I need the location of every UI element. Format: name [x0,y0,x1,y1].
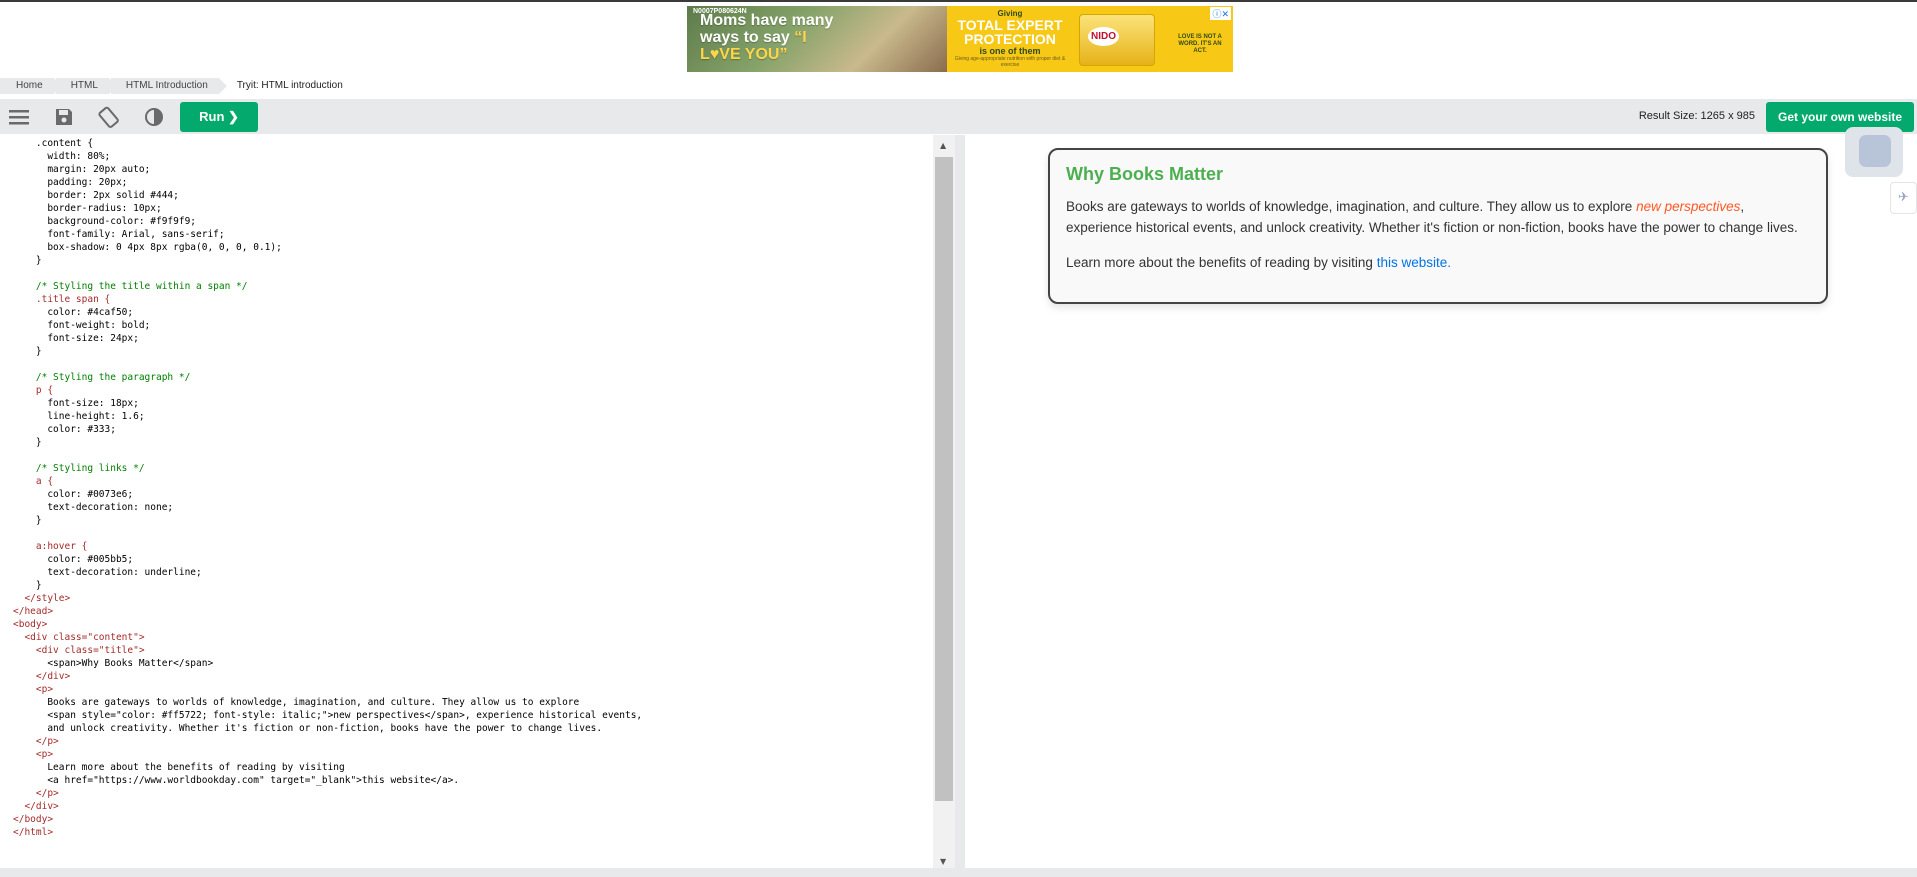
dark-mode-toggle-icon[interactable] [143,106,165,128]
breadcrumb: Home HTML HTML Introduction Tryit: HTML … [0,78,356,94]
code-scrollbar[interactable]: ▲ ▼ [933,135,955,868]
top-border [0,0,1917,2]
advertisement-banner[interactable]: Moms have many ways to say “I L♥VE YOU” … [687,6,1233,72]
ad-photo: Moms have many ways to say “I L♥VE YOU” … [687,6,947,72]
breadcrumb-current: Tryit: HTML introduction [236,80,343,91]
this-website-link[interactable]: this website. [1377,255,1451,270]
ad-code: N0007P080624N [693,8,747,15]
new-perspectives-span: new perspectives [1636,199,1741,214]
widget-icon [1859,135,1891,167]
ad-slogan: LOVE IS NOT A WORD. IT'S AN ACT. [1178,34,1222,54]
result-title: Why Books Matter [1066,164,1224,184]
ad-one-of-them: is one of them [979,46,1041,56]
bottom-strip [0,868,1917,877]
ad-protection: TOTAL EXPERT PROTECTION [957,17,1063,47]
product-can-image: NIDO [1079,14,1155,66]
rotate-orientation-icon[interactable] [98,106,120,128]
ad-fine-print: Giving age-appropriate nutrition with pr… [954,56,1066,68]
breadcrumb-home[interactable]: Home [0,78,62,94]
scroll-up-icon[interactable]: ▲ [940,141,946,150]
breadcrumb-html[interactable]: HTML [55,78,118,94]
run-button[interactable]: Run ❯ [180,102,258,132]
save-icon[interactable] [53,106,75,128]
result-panel: Why Books Matter Books are gateways to w… [965,135,1917,868]
rocket-icon[interactable]: ✈ [1890,182,1917,214]
content-card: Why Books Matter Books are gateways to w… [1048,148,1828,304]
menu-icon[interactable] [8,106,30,128]
scrollbar-thumb[interactable] [935,157,953,801]
ad-brand-logo: NIDO [1088,27,1119,46]
floating-widget[interactable] [1845,127,1903,177]
result-paragraph-2: Learn more about the benefits of reading… [1066,254,1451,270]
panel-divider[interactable] [955,135,965,877]
result-size-label: Result Size: 1265 x 985 [1638,110,1755,122]
ad-close-icon[interactable]: ⓘ✕ [1210,7,1231,20]
result-paragraph-1: Books are gateways to worlds of knowledg… [1066,199,1798,235]
scroll-down-icon[interactable]: ▼ [940,857,946,866]
ad-middle-panel: Giving TOTAL EXPERT PROTECTION is one of… [947,6,1073,72]
ad-product-panel: NIDO LOVE IS NOT A WORD. IT'S AN ACT. ⓘ✕ [1073,6,1233,72]
toolbar: Run ❯ Result Size: 1265 x 985 Get your o… [0,99,1917,134]
code-editor[interactable]: .content { width: 80%; margin: 20px auto… [7,135,956,868]
breadcrumb-html-introduction[interactable]: HTML Introduction [110,78,227,94]
code-text[interactable]: .content { width: 80%; margin: 20px auto… [13,137,642,839]
